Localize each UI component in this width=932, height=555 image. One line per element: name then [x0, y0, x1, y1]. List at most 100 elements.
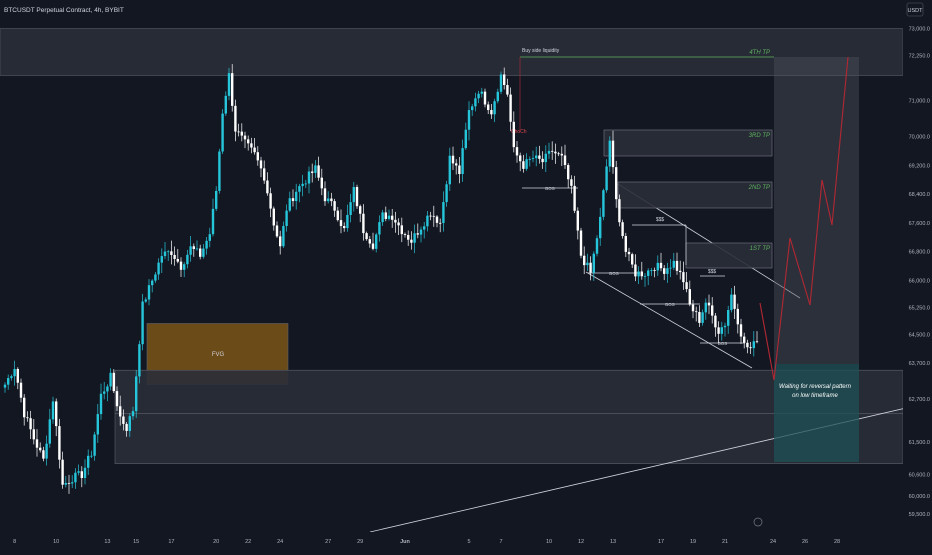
bos-label: BOS — [609, 271, 619, 276]
candle-body — [595, 238, 599, 254]
candle-body — [599, 216, 602, 239]
candle-body — [634, 264, 637, 277]
candle-body — [451, 155, 455, 164]
candle-body — [323, 188, 327, 202]
y-tick-label: 66,800.0 — [909, 250, 930, 256]
candle-body — [179, 261, 183, 270]
candle-body — [531, 158, 535, 159]
bos-label: BOS — [718, 341, 728, 346]
candle-body — [282, 225, 285, 247]
candle-body — [202, 248, 205, 257]
candle-body — [154, 274, 157, 281]
candle-body — [723, 325, 727, 328]
candle-body — [403, 234, 407, 235]
x-tick-label: 13 — [610, 539, 616, 545]
candle-body — [410, 239, 413, 243]
candle-body — [330, 198, 333, 202]
candle-body — [359, 206, 362, 214]
candle-body — [272, 208, 275, 226]
y-tick-label: 60,600.0 — [909, 472, 930, 478]
candle-body — [736, 308, 739, 325]
y-tick-label: 62,700.0 — [909, 397, 930, 403]
candle-body — [71, 482, 74, 484]
x-axis-panel[interactable] — [0, 532, 932, 550]
candle-body — [663, 268, 666, 274]
candle-body — [45, 443, 48, 459]
x-tick-label: 10 — [546, 539, 552, 545]
candle-body — [355, 187, 359, 207]
candle-body — [112, 372, 115, 392]
candle-body — [144, 299, 147, 302]
candle-body — [458, 165, 461, 175]
candle-body — [695, 311, 698, 313]
candle-body — [621, 222, 624, 237]
candle-body — [544, 153, 547, 163]
x-tick-label: 12 — [578, 539, 584, 545]
candle-body — [538, 155, 541, 159]
x-tick-label: 17 — [168, 539, 174, 545]
candle-body — [727, 310, 730, 326]
chart-root[interactable]: FVG Buy side liquidity ChoCh 3RD TP 2ND TP 1… — [0, 0, 932, 550]
candle-body — [589, 262, 592, 273]
candle-body — [336, 210, 339, 221]
candle-body — [720, 327, 723, 334]
candle-body — [506, 84, 509, 95]
candle-body — [320, 177, 323, 189]
x-tick-label: 29 — [357, 539, 363, 545]
candle-body — [515, 147, 519, 156]
candle-body — [371, 243, 375, 249]
candle-body — [189, 246, 192, 255]
x-tick-label: 28 — [834, 539, 840, 545]
candle-body — [432, 215, 435, 217]
candle-body — [378, 222, 381, 235]
candle-body — [83, 467, 87, 479]
buy-side-liquidity-label: Buy side liquidity — [522, 48, 560, 54]
candle-body — [74, 472, 77, 483]
candle-body — [474, 98, 477, 107]
candle-body — [343, 226, 346, 229]
candle-body — [608, 140, 611, 167]
x-tick-label: 17 — [658, 539, 664, 545]
y-tick-label: 72,250.0 — [909, 54, 930, 60]
candle-body — [656, 262, 659, 271]
candle-body — [605, 166, 608, 191]
candle-body — [256, 152, 259, 161]
y-tick-label: 69,200.0 — [909, 163, 930, 169]
candle-body — [413, 233, 416, 243]
candle-body — [519, 155, 522, 162]
candle-body — [631, 254, 634, 265]
x-tick-label: 5 — [467, 539, 470, 545]
candle-body — [618, 199, 621, 223]
candle-body — [579, 230, 583, 256]
candle-body — [298, 186, 301, 192]
candle-body — [419, 229, 423, 235]
candle-body — [487, 104, 490, 111]
candle-body — [119, 406, 122, 417]
candle-body — [730, 294, 733, 311]
candle-body — [327, 198, 330, 202]
candle-body — [167, 251, 170, 253]
y-tick-label: 71,000.0 — [909, 99, 930, 105]
candle-body — [291, 198, 295, 202]
candle-body — [551, 150, 554, 152]
candle-body — [215, 190, 218, 209]
y-tick-label: 60,000.0 — [909, 494, 930, 500]
candle-body — [739, 324, 743, 337]
candle-body — [218, 151, 221, 191]
candle-body — [93, 434, 96, 456]
projection-target-box — [774, 57, 859, 364]
tp3-box — [603, 129, 773, 157]
candle-body — [237, 131, 240, 133]
candle-body — [243, 135, 247, 140]
y-axis-panel[interactable] — [903, 0, 932, 550]
candle-body — [160, 256, 163, 263]
candle-body — [592, 253, 595, 273]
symbol-title[interactable]: BTCUSDT Perpetual Contract, 4h, BYBIT — [4, 7, 124, 14]
candle-body — [307, 171, 311, 184]
candle-body — [679, 270, 682, 273]
candle-body — [426, 215, 429, 227]
price-chart[interactable]: FVG Buy side liquidityChoCh3RD TP2ND TP1… — [0, 0, 932, 550]
candle-body — [711, 305, 714, 316]
x-tick-label: 7 — [499, 539, 502, 545]
candle-body — [653, 270, 656, 271]
